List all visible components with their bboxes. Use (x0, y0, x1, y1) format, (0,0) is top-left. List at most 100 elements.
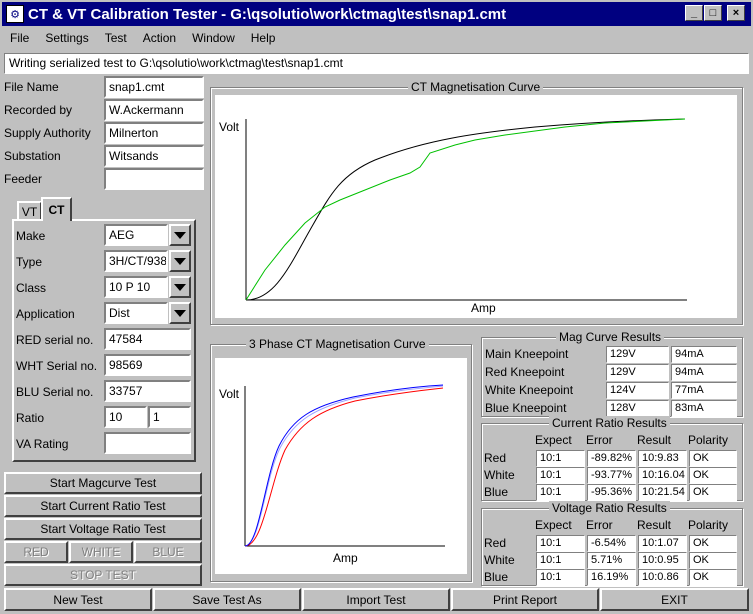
blu-serial-field[interactable]: 33757 (104, 380, 191, 402)
maximize-button[interactable]: □ (704, 5, 722, 21)
voltage-ratio-header-result: Result (637, 518, 672, 532)
blue-button[interactable]: BLUE (134, 541, 202, 563)
red-button[interactable]: RED (4, 541, 68, 563)
menu-bar: File Settings Test Action Window Help (2, 29, 283, 49)
minimize-button[interactable]: _ (685, 5, 703, 21)
phase-curve-chart: Volt Amp (215, 358, 467, 574)
menu-window[interactable]: Window (184, 29, 243, 49)
voltage-ratio-cell: OK (689, 552, 737, 569)
voltage-ratio-cell: 10:1.07 (638, 535, 687, 552)
type-label: Type (16, 255, 43, 269)
chevron-down-icon (174, 283, 186, 291)
app-icon[interactable]: ⚙ (6, 5, 24, 23)
voltage-ratio-header-error: Error (586, 518, 613, 532)
current-ratio-header-expect: Expect (535, 433, 572, 447)
voltage-ratio-cell: 10:0.95 (638, 552, 687, 569)
blue-kneepoint-volt: 128V (606, 400, 669, 417)
class-label: Class (16, 281, 47, 295)
current-ratio-row-label: Blue (484, 485, 509, 499)
make-select[interactable]: AEG (104, 224, 168, 246)
chevron-down-icon (174, 309, 186, 317)
current-ratio-cell: -95.36% (587, 484, 636, 501)
menu-action[interactable]: Action (135, 29, 184, 49)
main-kneepoint-amp: 94mA (671, 346, 737, 363)
recorded-by-field[interactable]: W.Ackermann (104, 99, 204, 121)
current-ratio-cell: 10:1 (536, 467, 585, 484)
phase-curve-red-line (244, 387, 444, 547)
ct-curve-chart: Volt Amp (215, 95, 737, 318)
blue-kneepoint-amp: 83mA (671, 400, 737, 417)
tab-vt[interactable]: VT (17, 201, 42, 221)
voltage-ratio-cell: 10:1 (536, 569, 585, 586)
voltage-ratio-cell: 5.71% (587, 552, 636, 569)
menu-help[interactable]: Help (243, 29, 284, 49)
blue-kneepoint-label: Blue Kneepoint (485, 401, 567, 415)
save-test-as-button[interactable]: Save Test As (153, 588, 301, 611)
start-current-ratio-button[interactable]: Start Current Ratio Test (4, 495, 202, 517)
current-ratio-header-result: Result (637, 433, 672, 447)
main-kneepoint-label: Main Kneepoint (485, 347, 569, 361)
application-dropdown-button[interactable] (169, 302, 191, 324)
ratio-primary-field[interactable]: 10 (104, 406, 147, 428)
voltage-ratio-row-label: White (484, 553, 515, 567)
import-test-button[interactable]: Import Test (302, 588, 450, 611)
application-select[interactable]: Dist (104, 302, 168, 324)
close-icon: × (732, 7, 740, 19)
phase-curve-white-line (244, 385, 444, 547)
mag-results-title: Mag Curve Results (556, 330, 665, 344)
type-select[interactable]: 3H/CT/938 (104, 250, 168, 272)
close-button[interactable]: × (727, 5, 745, 21)
chevron-down-icon (174, 231, 186, 239)
wht-serial-label: WHT Serial no. (16, 359, 98, 373)
menu-test[interactable]: Test (97, 29, 135, 49)
type-dropdown-button[interactable] (169, 250, 191, 272)
red-serial-field[interactable]: 47584 (104, 328, 191, 350)
start-voltage-ratio-button[interactable]: Start Voltage Ratio Test (4, 518, 202, 540)
feeder-field[interactable] (104, 168, 204, 190)
make-dropdown-button[interactable] (169, 224, 191, 246)
tab-ct[interactable]: CT (41, 197, 72, 221)
menu-file[interactable]: File (2, 29, 37, 49)
substation-label: Substation (4, 149, 61, 163)
maximize-icon: □ (709, 7, 717, 19)
feeder-label: Feeder (4, 172, 43, 186)
class-select[interactable]: 10 P 10 (104, 276, 168, 298)
phase-curve-svg: Volt Amp (219, 384, 445, 565)
tab-ct-label: CT (48, 203, 65, 217)
ratio-label: Ratio (16, 411, 45, 425)
file-name-field[interactable]: snap1.cmt (104, 76, 204, 98)
white-kneepoint-amp: 77mA (671, 382, 737, 399)
print-report-button[interactable]: Print Report (451, 588, 599, 611)
ct-curve-xlabel: Amp (471, 301, 496, 315)
current-ratio-cell: 10:21.54 (638, 484, 687, 501)
supply-authority-field[interactable]: Milnerton (104, 122, 204, 144)
blu-serial-label: BLU Serial no. (16, 385, 94, 399)
current-ratio-cell: -89.82% (587, 450, 636, 467)
wht-serial-field[interactable]: 98569 (104, 354, 191, 376)
current-ratio-row-label: White (484, 468, 515, 482)
white-kneepoint-label: White Kneepoint (485, 383, 574, 397)
current-ratio-cell: OK (689, 450, 737, 467)
current-ratio-cell: 10:9.83 (638, 450, 687, 467)
exit-button[interactable]: EXIT (600, 588, 749, 611)
phase-curve-ylabel: Volt (219, 387, 240, 401)
class-dropdown-button[interactable] (169, 276, 191, 298)
voltage-ratio-cell: 16.19% (587, 569, 636, 586)
ct-curve-main-line (245, 118, 686, 301)
white-button[interactable]: WHITE (69, 541, 133, 563)
title-bar: ⚙ CT & VT Calibration Tester - G:\qsolut… (2, 2, 751, 26)
voltage-ratio-cell: OK (689, 535, 737, 552)
voltage-ratio-cell: 10:1 (536, 535, 585, 552)
substation-field[interactable]: Witsands (104, 145, 204, 167)
menu-settings[interactable]: Settings (37, 29, 96, 49)
red-kneepoint-amp: 94mA (671, 364, 737, 381)
va-rating-field[interactable] (104, 432, 191, 454)
chevron-down-icon (174, 257, 186, 265)
ct-curve-svg: Volt Amp (219, 118, 687, 315)
make-label: Make (16, 229, 46, 243)
start-magcurve-button[interactable]: Start Magcurve Test (4, 472, 202, 494)
stop-test-button[interactable]: STOP TEST (4, 564, 202, 586)
current-ratio-cell: OK (689, 484, 737, 501)
new-test-button[interactable]: New Test (4, 588, 152, 611)
ratio-secondary-field[interactable]: 1 (148, 406, 191, 428)
